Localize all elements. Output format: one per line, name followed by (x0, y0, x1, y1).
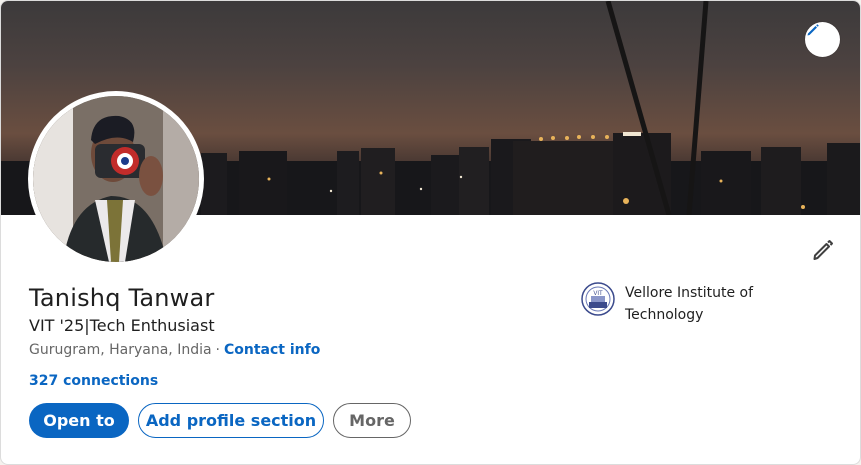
education-entry[interactable]: VIT Vellore Institute of Technology (581, 282, 775, 326)
school-name: Vellore Institute of Technology (625, 285, 754, 323)
pencil-icon (807, 24, 819, 36)
school-logo-text: VIT (593, 291, 603, 297)
more-button[interactable]: More (333, 403, 411, 438)
location-text: Gurugram, Haryana, India (29, 342, 212, 358)
profile-headline: VIT '25|Tech Enthusiast (29, 316, 215, 335)
profile-photo[interactable] (28, 91, 204, 267)
edit-background-button[interactable] (805, 22, 840, 57)
location-row: Gurugram, Haryana, India · Contact info (29, 342, 320, 358)
contact-info-link[interactable]: Contact info (224, 342, 320, 358)
pencil-icon (813, 240, 833, 260)
profile-card: Tanishq Tanwar VIT '25|Tech Enthusiast G… (0, 0, 861, 465)
separator-dot: · (215, 342, 220, 358)
profile-name: Tanishq Tanwar (29, 284, 215, 312)
open-to-button[interactable]: Open to (29, 403, 129, 438)
connections-link[interactable]: 327 connections (29, 373, 158, 389)
avatar-image (33, 96, 199, 262)
add-profile-section-button[interactable]: Add profile section (138, 403, 324, 438)
school-logo: VIT (581, 282, 615, 316)
edit-intro-button[interactable] (807, 234, 839, 266)
